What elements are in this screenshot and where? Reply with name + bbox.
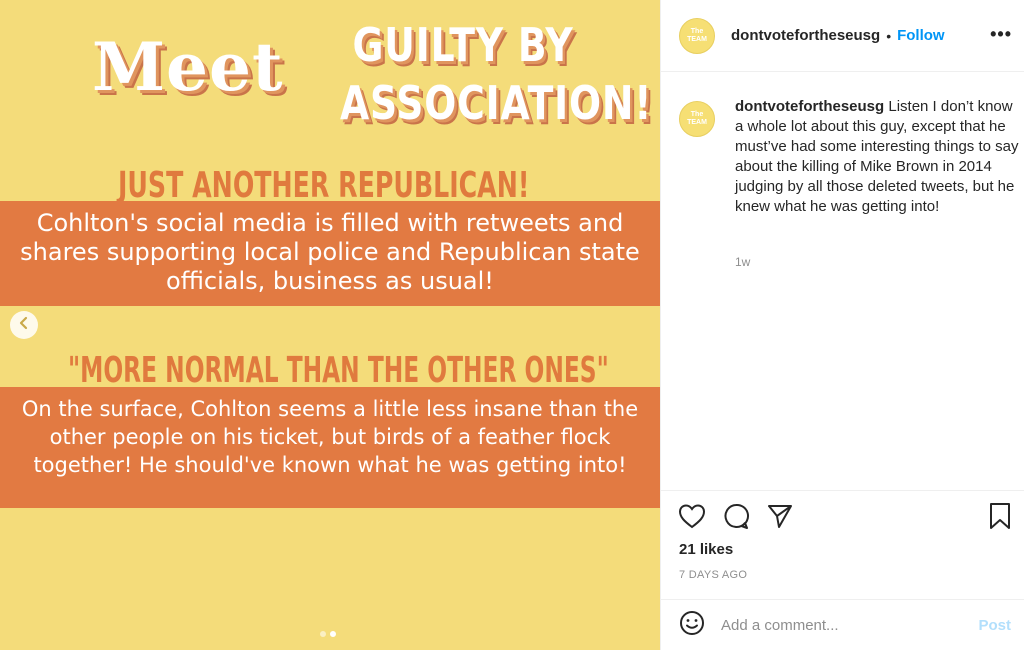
- post-date: 7 DAYS AGO: [679, 569, 748, 581]
- carousel-dot-active: [330, 631, 336, 637]
- image-band-1: Cohlton's social media is filled with re…: [0, 201, 660, 306]
- more-options-icon[interactable]: •••: [990, 24, 1012, 45]
- comment-icon[interactable]: [721, 501, 751, 531]
- post-button[interactable]: Post: [978, 617, 1011, 634]
- post-sidebar: The TEAM dontvotefortheseusg • Follow ••…: [660, 0, 1024, 650]
- likes-count[interactable]: 21 likes: [679, 541, 733, 558]
- add-comment-bar: Post: [661, 599, 1024, 650]
- caption-username[interactable]: dontvotefortheseusg: [735, 98, 884, 115]
- image-heading-1: JUST ANOTHER REPUBLICAN!: [118, 165, 530, 206]
- comment-input[interactable]: [721, 617, 961, 634]
- username-link[interactable]: dontvotefortheseusg: [731, 27, 880, 44]
- caption-avatar[interactable]: The TEAM: [679, 101, 715, 137]
- carousel-dot: [320, 631, 326, 637]
- image-heading-2: "MORE NORMAL THAN THE OTHER ONES": [68, 350, 609, 391]
- emoji-icon[interactable]: [679, 610, 705, 641]
- carousel-indicator: [320, 631, 336, 637]
- heart-icon[interactable]: [677, 501, 707, 531]
- caption: The TEAM dontvotefortheseusg Listen I do…: [679, 97, 1019, 217]
- post-actions: 21 likes 7 DAYS AGO Post: [661, 490, 1024, 650]
- image-title-guilty: GUILTY BY ASSOCIATION!: [340, 18, 653, 130]
- post-image[interactable]: Meet GUILTY BY ASSOCIATION! JUST ANOTHER…: [0, 0, 660, 650]
- bookmark-icon[interactable]: [985, 501, 1015, 531]
- post-header: The TEAM dontvotefortheseusg • Follow ••…: [661, 0, 1024, 72]
- caption-body: Listen I don’t know a whole lot about th…: [735, 98, 1019, 215]
- share-icon[interactable]: [765, 501, 795, 531]
- separator-dot: •: [886, 27, 892, 44]
- carousel-prev-button[interactable]: [10, 311, 38, 339]
- follow-button[interactable]: Follow: [897, 27, 945, 44]
- caption-time: 1w: [735, 255, 751, 269]
- image-band-2: On the surface, Cohlton seems a little l…: [0, 387, 660, 508]
- instagram-post-view: Meet GUILTY BY ASSOCIATION! JUST ANOTHER…: [0, 0, 1024, 650]
- chevron-left-icon: [17, 316, 31, 335]
- image-title-meet: Meet: [92, 28, 284, 106]
- caption-text: dontvotefortheseusg Listen I don’t know …: [735, 97, 1019, 217]
- avatar[interactable]: The TEAM: [679, 17, 715, 54]
